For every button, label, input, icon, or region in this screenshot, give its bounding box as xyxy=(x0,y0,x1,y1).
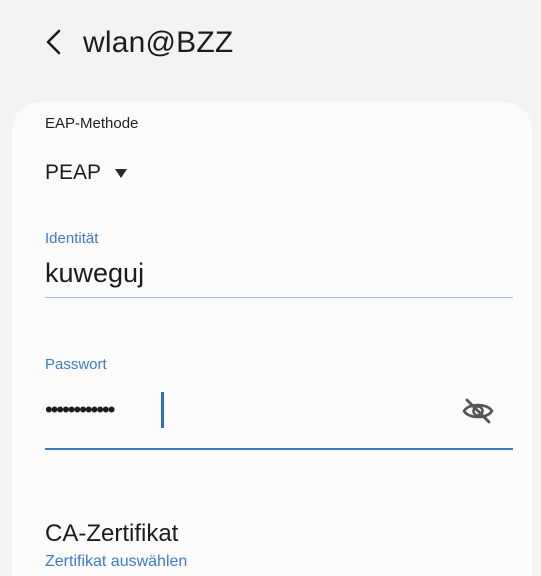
top-app-bar: wlan@BZZ xyxy=(0,0,541,100)
eye-off-icon xyxy=(462,398,494,424)
password-masked-value: •••••••••••• xyxy=(45,397,115,422)
back-button[interactable] xyxy=(36,24,72,60)
triangle-down-icon xyxy=(115,168,128,178)
password-input[interactable]: •••••••••••• xyxy=(45,386,513,450)
eap-method-value: PEAP xyxy=(45,161,102,184)
identity-label: Identität xyxy=(45,230,99,247)
text-cursor xyxy=(161,392,164,428)
identity-input[interactable] xyxy=(45,250,513,298)
screen: wlan@BZZ EAP-Methode PEAP Identität Pass… xyxy=(0,0,541,576)
chevron-left-icon xyxy=(46,29,61,55)
eap-method-dropdown[interactable]: PEAP xyxy=(45,158,128,188)
eap-method-label: EAP-Methode xyxy=(45,115,139,132)
ca-certificate-title[interactable]: CA-Zertifikat xyxy=(45,520,178,548)
page-title: wlan@BZZ xyxy=(83,26,234,59)
password-visibility-toggle[interactable] xyxy=(457,390,499,432)
ca-certificate-subtitle[interactable]: Zertifikat auswählen xyxy=(45,553,187,571)
password-label: Passwort xyxy=(45,356,107,373)
